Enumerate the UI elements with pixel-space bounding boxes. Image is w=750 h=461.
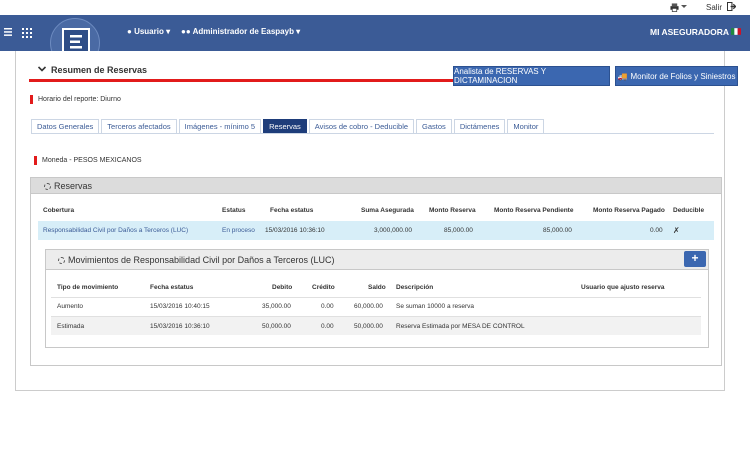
reservas-title: Reservas (54, 181, 93, 191)
column-header: Cobertura (43, 207, 75, 214)
tab-terceros-afectados[interactable]: Terceros afectados (101, 119, 177, 134)
table-cell: 85,000.00 (543, 227, 572, 234)
table-cell: 50,000.00 (354, 323, 383, 330)
deducible-x-icon[interactable]: ✗ (673, 226, 680, 235)
report-schedule: Horario del reporte: Diurno (30, 95, 121, 104)
logout-link[interactable]: Salir (706, 3, 722, 12)
refresh-icon (58, 257, 65, 265)
section-title: Resumen de Reservas (51, 65, 148, 75)
refresh-icon (44, 183, 51, 191)
reservas-header: Reservas (31, 178, 721, 194)
column-header: Saldo (368, 284, 386, 291)
user-menu[interactable]: ● Usuario ▾ (127, 27, 170, 36)
mexico-flag-icon (731, 28, 741, 35)
printer-icon[interactable] (670, 3, 679, 12)
column-header: Monto Reserva (429, 207, 476, 214)
currency-label: Moneda - PESOS MEXICANOS (34, 156, 142, 165)
table-cell: 15/03/2016 10:36:10 (150, 323, 210, 330)
main-navbar: ● Usuario ▾ ●● Administrador de Easpayb … (0, 15, 750, 51)
tab-datos-generales[interactable]: Datos Generales (31, 119, 100, 134)
table-cell: 0.00 (321, 323, 334, 330)
table-cell: En proceso (222, 227, 255, 234)
tab-monitor[interactable]: Monitor (507, 119, 545, 134)
table-cell: 85,000.00 (444, 227, 473, 234)
top-utility-bar: Salir (0, 0, 750, 15)
apps-grid-icon[interactable] (22, 28, 32, 38)
table-cell: Se suman 10000 a reserva (396, 303, 475, 310)
tab-dictamenes[interactable]: Dictámenes (453, 119, 506, 134)
truck-icon: 🚚 (617, 71, 628, 81)
analista-reservas-button[interactable]: Analista de RESERVAS Y DICTAMINACION (453, 66, 610, 86)
column-header: Debito (272, 284, 293, 291)
table-cell: Reserva Estimada por MESA DE CONTROL (396, 323, 525, 330)
table-cell: 15/03/2016 10:36:10 (265, 227, 325, 234)
section-divider (29, 79, 453, 82)
company-name: MI ASEGURADORA (650, 27, 730, 37)
cobertura-link[interactable]: Responsabilidad Civil por Daños a Tercer… (43, 227, 188, 234)
table-cell: 3,000,000.00 (374, 227, 412, 234)
table-cell: 50,000.00 (262, 323, 291, 330)
table-cell: 35,000.00 (262, 303, 291, 310)
column-header: Descripción (396, 284, 434, 291)
monitor-folios-button[interactable]: 🚚 Monitor de Folios y Siniestros (615, 66, 738, 86)
hamburger-menu-icon[interactable] (4, 28, 12, 36)
column-header: Suma Asegurada (361, 207, 414, 214)
column-header: Estatus (222, 207, 246, 214)
column-header: Deducible (673, 207, 705, 214)
user-icon: ● (127, 27, 135, 36)
table-cell: 15/03/2016 10:40:15 (150, 303, 210, 310)
table-cell: 60,000.00 (354, 303, 383, 310)
user-menu-label: Usuario (134, 27, 164, 36)
column-header: Monto Reserva Pendiente (494, 207, 574, 214)
tab-gastos[interactable]: Gastos (416, 119, 452, 134)
column-header: Monto Reserva Pagado (593, 207, 665, 214)
column-header: Tipo de movimiento (57, 284, 119, 291)
movimientos-header: Movimientos de Responsabilidad Civil por… (46, 250, 708, 270)
column-header: Crédito (312, 284, 335, 291)
table-cell: 0.00 (650, 227, 663, 234)
column-header: Usuario que ajusto reserva (581, 284, 665, 291)
admin-menu-label: Administrador de Easpayb (192, 27, 294, 36)
table-cell: 0.00 (321, 303, 334, 310)
table-cell: Estimada (57, 323, 85, 330)
chevron-down-icon[interactable] (681, 5, 687, 8)
column-header: Fecha estatus (150, 284, 194, 291)
column-header: Fecha estatus (270, 207, 314, 214)
group-icon: ●● (181, 27, 193, 36)
admin-menu[interactable]: ●● Administrador de Easpayb ▾ (181, 27, 300, 36)
tab-avisos-cobro[interactable]: Avisos de cobro - Deducible (308, 119, 415, 134)
tab-underline (31, 133, 714, 134)
tab-reservas[interactable]: Reservas (263, 119, 307, 134)
tab-bar: Datos Generales Terceros afectados Imáge… (31, 119, 546, 134)
movimientos-title: Movimientos de Responsabilidad Civil por… (68, 255, 335, 265)
tab-imagenes[interactable]: Imágenes - mínimo 5 (178, 119, 262, 134)
add-movimiento-button[interactable]: + (684, 251, 706, 267)
logout-icon[interactable] (727, 2, 736, 11)
table-cell: Aumento (57, 303, 84, 310)
